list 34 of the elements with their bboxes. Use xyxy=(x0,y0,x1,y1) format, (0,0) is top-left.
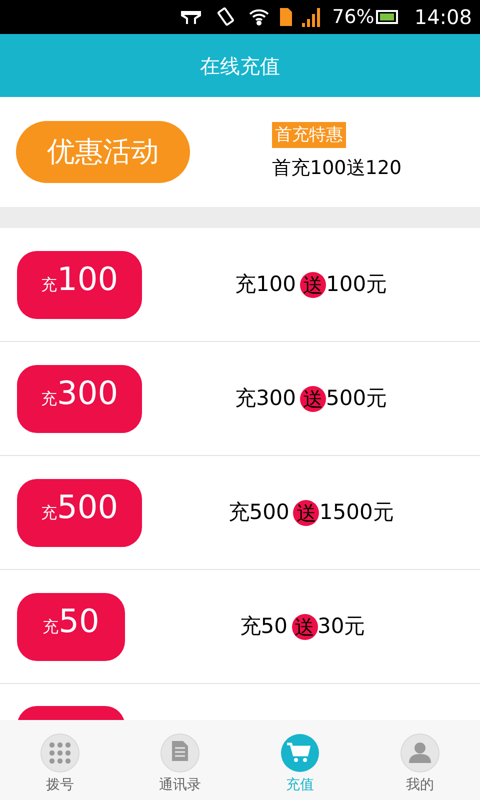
gift-badge: 送 xyxy=(292,614,318,640)
signal-icon xyxy=(302,7,322,27)
promotion-button[interactable]: 优惠活动 xyxy=(16,121,190,183)
person-icon xyxy=(400,733,440,773)
offer-text: 100元 xyxy=(326,270,388,298)
page-title: 在线充值 xyxy=(200,52,280,80)
gift-badge: 送 xyxy=(300,386,326,412)
cart-icon xyxy=(280,733,320,773)
document-icon xyxy=(160,733,200,773)
nav-tab[interactable]: 通讯录 xyxy=(120,720,240,800)
recharge-button[interactable]: 充300 xyxy=(17,364,142,432)
gift-badge: 送 xyxy=(293,500,320,526)
recharge-button[interactable]: 充50 xyxy=(17,592,125,660)
gift-badge: 送 xyxy=(300,272,326,298)
recharge-button[interactable]: 充500 xyxy=(17,478,142,546)
battery-icon xyxy=(376,10,398,24)
offer-text: 充50 xyxy=(240,612,288,640)
offer-text: 1500元 xyxy=(319,498,394,526)
sim-card-icon xyxy=(280,8,292,26)
promo-badge: 首充特惠 xyxy=(272,122,346,148)
offer-text: 30元 xyxy=(318,612,366,640)
promo-text: 首充100送120 xyxy=(272,156,402,181)
battery-percent: 76% xyxy=(332,4,374,30)
offer-text: 充100 xyxy=(234,270,296,298)
offer-text: 500元 xyxy=(326,384,388,412)
offer-text: 充300 xyxy=(234,384,296,412)
nav-tab[interactable]: 我的 xyxy=(360,720,480,800)
clock: 14:08 xyxy=(414,4,472,31)
offer-text: 充500 xyxy=(228,498,290,526)
nav-tab[interactable]: 拨号 xyxy=(0,720,120,800)
nav-tab[interactable]: 充值 xyxy=(240,720,360,800)
dialpad-icon xyxy=(40,733,80,773)
wifi-icon xyxy=(248,7,270,27)
recharge-button[interactable]: 充 100 xyxy=(17,250,142,318)
